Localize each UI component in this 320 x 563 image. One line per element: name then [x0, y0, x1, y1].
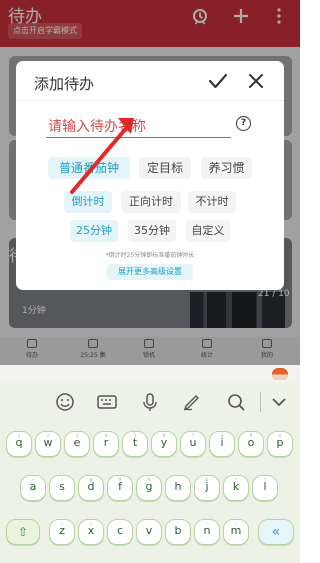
key-sub-label: 0: [278, 433, 282, 438]
timer-hint: *倒计时25分钟即标准番茄钟时长: [105, 252, 195, 259]
chevron-down-icon[interactable]: [268, 392, 290, 412]
key-sub-label: @: [89, 477, 93, 482]
countdown-chip[interactable]: 倒计时: [64, 191, 112, 213]
key-i[interactable]: 8i: [209, 431, 235, 457]
key-sub-label: 9: [249, 433, 253, 438]
key-z[interactable]: (z: [49, 519, 75, 545]
microphone-icon[interactable]: [139, 392, 161, 412]
emoji-icon[interactable]: [54, 392, 76, 412]
key-sub-label: #: [118, 477, 122, 482]
no-timer-chip[interactable]: 不计时: [188, 191, 236, 213]
key-n[interactable]: ; n: [194, 519, 220, 545]
fox-mascot-icon[interactable]: [272, 368, 288, 380]
key-t[interactable]: 5t: [122, 431, 148, 457]
key-c[interactable]: -c: [107, 519, 133, 545]
key-sub-label: ?: [263, 477, 267, 482]
count-up-chip[interactable]: 正向计时: [121, 191, 181, 213]
key-q[interactable]: 1q: [6, 431, 32, 457]
key-sub-label: ': [177, 477, 179, 482]
key-sub-label: :: [177, 521, 179, 526]
help-icon[interactable]: ?: [236, 116, 251, 131]
key-sub-label: 6: [162, 433, 166, 438]
key-sub-label: (: [61, 521, 63, 526]
key-s[interactable]: ! s: [49, 475, 75, 501]
close-icon[interactable]: [248, 73, 264, 89]
key-b[interactable]: :b: [165, 519, 191, 545]
key-p[interactable]: 0p: [267, 431, 293, 457]
key-u[interactable]: 7u: [180, 431, 206, 457]
toolbar-divider: [260, 392, 261, 412]
key-sub-label: !: [61, 477, 63, 482]
key-m[interactable]: / m: [223, 519, 249, 545]
key-sub-label: ;: [206, 521, 208, 526]
duration-custom-chip[interactable]: 自定义: [186, 220, 230, 242]
key-sub-label: 1: [17, 433, 21, 438]
key-x[interactable]: ) x: [78, 519, 104, 545]
divider: [16, 100, 284, 101]
key-sub-label: _: [148, 521, 150, 526]
key-sub-label: /: [235, 521, 237, 526]
shift-key[interactable]: ⇧: [6, 519, 40, 545]
key-o[interactable]: 9o: [238, 431, 264, 457]
key-d[interactable]: @ d: [78, 475, 104, 501]
type-habit-chip[interactable]: 养习惯: [201, 157, 252, 179]
key-sub-label: 7: [191, 433, 195, 438]
dialog-title: 添加待办: [34, 75, 95, 93]
confirm-icon[interactable]: [208, 72, 228, 90]
duration-25-chip[interactable]: 25分钟: [70, 220, 118, 242]
key-sub-label: 2: [46, 433, 50, 438]
key-h[interactable]: ' h: [165, 475, 191, 501]
key-v[interactable]: _ v: [136, 519, 162, 545]
key-a[interactable]: ~ a: [20, 475, 46, 501]
key-r[interactable]: 4r: [93, 431, 119, 457]
keyboard-icon[interactable]: [96, 392, 118, 412]
key-sub-label: 4: [104, 433, 108, 438]
key-sub-label: *: [235, 477, 237, 482]
handwriting-icon[interactable]: [181, 392, 203, 412]
key-sub-label: 8: [220, 433, 224, 438]
key-l[interactable]: ? l: [252, 475, 278, 501]
type-goal-chip[interactable]: 定目标: [139, 157, 191, 179]
key-sub-label: %: [147, 477, 151, 482]
enter-key[interactable]: «: [258, 519, 294, 545]
type-pomodoro-chip[interactable]: 普通番茄钟: [48, 157, 130, 179]
key-g[interactable]: % g: [136, 475, 162, 501]
key-y[interactable]: 6y: [151, 431, 177, 457]
search-icon[interactable]: [225, 392, 247, 412]
advanced-settings-button[interactable]: 展开更多高级设置: [107, 264, 193, 280]
key-k[interactable]: * k: [223, 475, 249, 501]
key-e[interactable]: 3e: [64, 431, 90, 457]
screen: 待办 点击开启学霸模式 待办 1分钟 21 / 10 待办 25:25 集 锁机…: [0, 0, 300, 563]
key-sub-label: 3: [75, 433, 79, 438]
duration-35-chip[interactable]: 35分钟: [128, 220, 176, 242]
todo-name-input[interactable]: [46, 116, 231, 138]
key-j[interactable]: & j: [194, 475, 220, 501]
key-w[interactable]: 2w: [35, 431, 61, 457]
key-sub-label: ): [90, 521, 92, 526]
key-sub-label: &: [205, 477, 209, 482]
key-sub-label: 5: [133, 433, 137, 438]
keyboard-top-strip: [0, 365, 300, 383]
key-sub-label: -: [119, 521, 121, 526]
key-sub-label: ~: [31, 477, 35, 482]
key-f[interactable]: # f: [107, 475, 133, 501]
